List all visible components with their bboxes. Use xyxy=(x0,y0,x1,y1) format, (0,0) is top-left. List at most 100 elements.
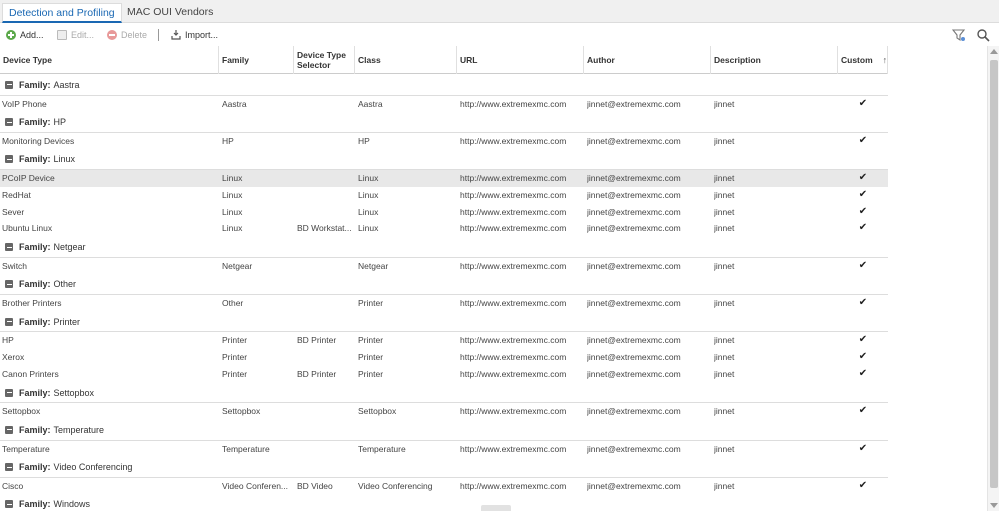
cell-family: Netgear xyxy=(222,260,253,271)
collapse-icon[interactable] xyxy=(5,425,13,434)
column-header-description[interactable]: Description xyxy=(711,46,838,74)
collapse-icon[interactable] xyxy=(5,388,13,397)
cell-url: http://www.extremexmc.com xyxy=(460,98,567,109)
group-label: Family: xyxy=(19,117,51,128)
cell-url: http://www.extremexmc.com xyxy=(460,135,567,146)
column-header-device-type[interactable]: Device Type xyxy=(0,46,219,74)
group-header[interactable]: Family: Printer xyxy=(0,312,888,333)
cell-description: jinnet xyxy=(714,368,735,379)
grid-header: Device Type Family Device Type Selector … xyxy=(0,46,888,74)
cell-author: jinnet@extremexmc.com xyxy=(587,443,681,454)
column-header-author[interactable]: Author xyxy=(584,46,711,74)
table-row[interactable]: VoIP Phone Aastra Aastra http://www.extreme… xyxy=(0,96,888,113)
group-label: Family: xyxy=(19,154,51,165)
cell-device-type: Monitoring Devices xyxy=(2,135,75,146)
import-label: Import... xyxy=(185,30,219,40)
cell-description: jinnet xyxy=(714,206,735,217)
group-header[interactable]: Family: Windows xyxy=(0,495,888,511)
cell-author: jinnet@extremexmc.com xyxy=(587,406,681,417)
group-header[interactable]: Family: Netgear xyxy=(0,237,888,258)
table-row[interactable]: Temperature Temperature Temperature http://… xyxy=(0,441,888,458)
add-icon xyxy=(6,30,16,40)
group-header[interactable]: Family: Video Conferencing xyxy=(0,457,888,478)
tab-mac-oui-vendors[interactable]: MAC OUI Vendors xyxy=(121,3,219,23)
table-row[interactable]: Ubuntu Linux Linux BD Workstat... Linux http… xyxy=(0,220,888,237)
cell-custom: ✔ xyxy=(858,205,868,217)
group-name: Linux xyxy=(53,154,76,165)
group-label: Family: xyxy=(19,424,51,435)
group-header[interactable]: Family: Aastra xyxy=(0,75,888,96)
filter-icon[interactable] xyxy=(952,28,966,42)
cell-url: http://www.extremexmc.com xyxy=(460,352,567,363)
add-button[interactable]: Add... xyxy=(6,28,44,42)
group-header[interactable]: Family: HP xyxy=(0,112,888,133)
table-row[interactable]: Xerox Printer Printer http://www.extremexmc… xyxy=(0,349,888,366)
cell-device-type-selector xyxy=(297,403,354,420)
group-header[interactable]: Family: Settopbox xyxy=(0,383,888,404)
cell-author: jinnet@extremexmc.com xyxy=(587,298,681,309)
table-row[interactable]: Settopbox Settopbox Settopbox http://www.ex… xyxy=(0,403,888,420)
column-header-url[interactable]: URL xyxy=(457,46,584,74)
table-row[interactable]: Monitoring Devices HP HP http://www.extreme… xyxy=(0,133,888,150)
collapse-icon[interactable] xyxy=(5,463,13,472)
scroll-thumb[interactable] xyxy=(990,60,998,488)
cell-class: Linux xyxy=(358,189,379,200)
table-row[interactable]: HP Printer BD Printer Printer http://www.ext… xyxy=(0,332,888,349)
cell-custom: ✔ xyxy=(858,134,868,146)
column-header-class[interactable]: Class xyxy=(355,46,457,74)
table-row[interactable]: Brother Printers Other Printer http://www.e… xyxy=(0,295,888,312)
collapse-icon[interactable] xyxy=(5,500,13,509)
search-icon[interactable] xyxy=(976,28,990,42)
table-row[interactable]: Canon Printers Printer BD Printer Printer ht… xyxy=(0,366,888,383)
vertical-scrollbar[interactable] xyxy=(987,46,999,511)
table-row[interactable]: RedHat Linux Linux http://www.extremexmc.co… xyxy=(0,187,888,204)
group-label: Family: xyxy=(19,316,51,327)
cell-author: jinnet@extremexmc.com xyxy=(587,260,681,271)
cell-custom: ✔ xyxy=(858,172,868,184)
group-name: Windows xyxy=(53,499,91,510)
cell-custom: ✔ xyxy=(858,222,868,234)
collapse-icon[interactable] xyxy=(5,317,13,326)
cell-family: Video Conferen... xyxy=(222,480,288,491)
scroll-up-icon[interactable] xyxy=(990,49,998,54)
cell-url: http://www.extremexmc.com xyxy=(460,335,567,346)
cell-class: Printer xyxy=(358,352,384,363)
cell-family: Linux xyxy=(222,189,243,200)
collapse-icon[interactable] xyxy=(5,118,13,127)
group-header[interactable]: Family: Other xyxy=(0,275,888,296)
column-header-device-type-selector[interactable]: Device Type Selector xyxy=(294,46,355,74)
cell-custom: ✔ xyxy=(858,367,868,379)
cell-url: http://www.extremexmc.com xyxy=(460,206,567,217)
cell-device-type-selector: BD Workstat... xyxy=(297,223,352,234)
column-header-custom[interactable]: Custom ↑ xyxy=(838,46,888,74)
cell-url: http://www.extremexmc.com xyxy=(460,173,567,184)
edit-icon xyxy=(57,30,67,40)
table-row[interactable]: PCoIP Device Linux Linux http://www.extreme… xyxy=(0,170,888,187)
cell-device-type: Ubuntu Linux xyxy=(2,223,53,234)
group-label: Family: xyxy=(19,79,51,90)
collapse-icon[interactable] xyxy=(5,243,13,252)
column-header-family[interactable]: Family xyxy=(219,46,294,74)
table-row[interactable]: Sever Linux Linux http://www.extremexmc.com… xyxy=(0,204,888,221)
resize-handle[interactable] xyxy=(481,505,511,511)
cell-device-type-selector xyxy=(297,295,354,312)
cell-description: jinnet xyxy=(714,223,735,234)
collapse-icon[interactable] xyxy=(5,155,13,164)
collapse-icon[interactable] xyxy=(5,280,13,289)
cell-family: Linux xyxy=(222,173,243,184)
group-header[interactable]: Family: Linux xyxy=(0,150,888,171)
cell-family: Aastra xyxy=(222,98,247,109)
scroll-down-icon[interactable] xyxy=(990,503,998,508)
cell-device-type-selector xyxy=(297,96,354,113)
group-label: Family: xyxy=(19,279,51,290)
cell-custom: ✔ xyxy=(858,188,868,200)
table-row[interactable]: Cisco Video Conferen... BD Video Video Conf… xyxy=(0,478,888,495)
edit-button[interactable]: Edit... xyxy=(57,28,94,42)
delete-button[interactable]: Delete xyxy=(107,28,147,42)
group-header[interactable]: Family: Temperature xyxy=(0,420,888,441)
collapse-icon[interactable] xyxy=(5,80,13,89)
tab-detection-and-profiling[interactable]: Detection and Profiling xyxy=(2,3,122,23)
cell-device-type-selector: BD Video xyxy=(297,480,333,491)
import-button[interactable]: Import... xyxy=(171,28,218,42)
table-row[interactable]: Switch Netgear Netgear http://www.extremexm… xyxy=(0,258,888,275)
